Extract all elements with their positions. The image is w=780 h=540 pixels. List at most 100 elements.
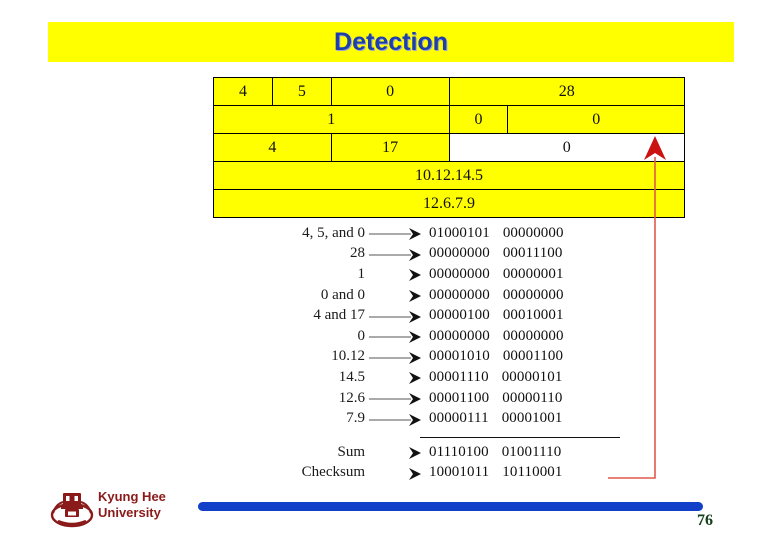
long-arrow-icon — [369, 248, 421, 261]
computation-arrow — [367, 442, 429, 462]
computation-binary-value: 00001010 00001100 — [429, 348, 563, 365]
binary-low-byte: 00000000 — [502, 286, 564, 303]
packet-field-cell: 1 — [213, 105, 450, 134]
computation-label: 7.9 — [346, 410, 365, 427]
computation-row: 4, 5, and 0 01000101 00000000 — [243, 223, 633, 244]
binary-low-byte: 00010001 — [502, 307, 564, 324]
computation-arrow — [367, 347, 429, 367]
computation-row: 14.5 00001110 00000101 — [243, 367, 633, 388]
binary-low-byte: 00000000 — [502, 327, 564, 344]
computation-binary-value: 01000101 00000000 — [429, 225, 564, 242]
university-name-line1: Kyung Hee — [98, 489, 166, 504]
packet-field-cell: 5 — [271, 77, 332, 106]
binary-low-byte: 00000101 — [501, 368, 563, 385]
computation-label: 1 — [357, 265, 366, 282]
short-arrow-icon — [409, 467, 421, 480]
binary-low-byte: 00000001 — [502, 265, 564, 282]
binary-high-byte: 10001011 — [429, 464, 490, 481]
computation-row: Sum 01110100 01001110 — [243, 442, 633, 463]
binary-high-byte: 00001010 — [429, 348, 490, 365]
kyung-hee-logo-icon — [50, 493, 94, 528]
computation-label: Checksum — [301, 464, 365, 481]
long-arrow-icon — [369, 310, 421, 323]
binary-low-byte: 10110001 — [502, 464, 563, 481]
computation-label: Sum — [337, 443, 365, 460]
binary-low-byte: 00000110 — [502, 389, 563, 406]
computation-arrow — [367, 223, 429, 243]
computation-row: 1 00000000 00000001 — [243, 264, 633, 285]
computation-arrow — [367, 285, 429, 305]
computation-row: 7.9 00000111 00001001 — [243, 408, 633, 429]
short-arrow-icon — [409, 372, 421, 385]
table-row: 100 — [213, 105, 685, 134]
computation-label: 4 and 17 — [313, 307, 365, 324]
packet-field-cell: 0 — [448, 133, 685, 162]
ip-packet-table: 4 5 0 28 1 0 0 4 17 0 10.12.14.5 12.6.7.9 — [213, 77, 685, 218]
university-name-line2: University — [98, 505, 161, 520]
computation-arrow — [367, 388, 429, 408]
computation-binary-value: 00001110 00000101 — [429, 369, 563, 386]
computation-binary-value: 00001100 00000110 — [429, 390, 563, 407]
short-arrow-icon — [409, 447, 421, 460]
computation-arrow — [367, 409, 429, 429]
packet-field-cell: 4 — [213, 77, 273, 106]
computation-row: 12.6 00001100 00000110 — [243, 388, 633, 409]
ip-packet-table-body: 4 5 0 28 1 0 0 4 17 0 10.12.14.5 12.6.7.9 — [213, 77, 685, 218]
packet-field-cell: 4 — [213, 133, 332, 162]
computation-row: 0 00000000 00000000 — [243, 326, 633, 347]
binary-low-byte: 00001001 — [501, 410, 563, 427]
university-name: Kyung Hee University — [98, 489, 166, 521]
binary-low-byte: 00011100 — [502, 245, 563, 262]
computation-label: 12.6 — [338, 389, 365, 406]
binary-low-byte: 01001110 — [501, 443, 562, 460]
computation-row: 4 and 17 00000100 00010001 — [243, 305, 633, 326]
computation-row: 10.12 00001010 00001100 — [243, 347, 633, 368]
slide-title-band: Detection — [48, 22, 734, 62]
computation-label: 14.5 — [338, 368, 365, 385]
packet-field-cell: 28 — [448, 77, 685, 106]
binary-high-byte: 00001100 — [429, 389, 490, 406]
sum-separator-rule — [420, 437, 620, 438]
binary-high-byte: 01110100 — [429, 443, 489, 460]
computation-row: Checksum 10001011 10110001 — [243, 463, 633, 484]
long-arrow-icon — [369, 413, 421, 426]
computation-arrow — [367, 306, 429, 326]
computation-label: 0 and 0 — [320, 286, 365, 303]
footer-blue-bar — [198, 502, 703, 511]
binary-low-byte: 00000000 — [502, 224, 564, 241]
table-row: 10.12.14.5 — [213, 161, 685, 190]
binary-high-byte: 01000101 — [429, 224, 490, 241]
packet-field-cell: 0 — [330, 77, 450, 106]
checksum-computation: 4, 5, and 0 01000101 00000000 28 00000000 000… — [243, 223, 633, 483]
computation-binary-value: 00000000 00000000 — [429, 328, 564, 345]
binary-high-byte: 00000000 — [429, 265, 490, 282]
computation-arrow — [367, 326, 429, 346]
computation-arrow — [367, 367, 429, 387]
computation-binary-value: 10001011 10110001 — [429, 464, 563, 481]
computation-binary-value: 00000000 00011100 — [429, 245, 563, 262]
computation-row: 0 and 0 00000000 00000000 — [243, 285, 633, 306]
short-arrow-icon — [409, 269, 421, 282]
computation-row: 28 00000000 00011100 — [243, 244, 633, 265]
table-row: 4 5 0 28 — [213, 77, 685, 106]
packet-field-cell: 10.12.14.5 — [213, 161, 685, 190]
page-title: Detection — [334, 27, 448, 56]
computation-label: 28 — [350, 245, 365, 262]
long-arrow-icon — [369, 331, 421, 344]
computation-binary-value: 00000000 00000001 — [429, 266, 564, 283]
computation-arrow — [367, 463, 429, 483]
short-arrow-icon — [409, 290, 421, 303]
table-row: 12.6.7.9 — [213, 189, 685, 218]
computation-binary-value: 00000000 00000000 — [429, 287, 564, 304]
computation-binary-value: 00000111 00001001 — [429, 410, 563, 427]
long-arrow-icon — [369, 393, 421, 406]
long-arrow-icon — [369, 351, 421, 364]
computation-label: 10.12 — [331, 348, 365, 365]
packet-field-cell: 17 — [330, 133, 450, 162]
binary-high-byte: 00001110 — [429, 368, 489, 385]
binary-high-byte: 00000000 — [429, 286, 490, 303]
computation-label: 0 — [357, 327, 366, 344]
computation-label: 4, 5, and 0 — [302, 224, 365, 241]
computation-binary-value: 01110100 01001110 — [429, 444, 561, 461]
packet-field-cell: 0 — [507, 105, 685, 134]
